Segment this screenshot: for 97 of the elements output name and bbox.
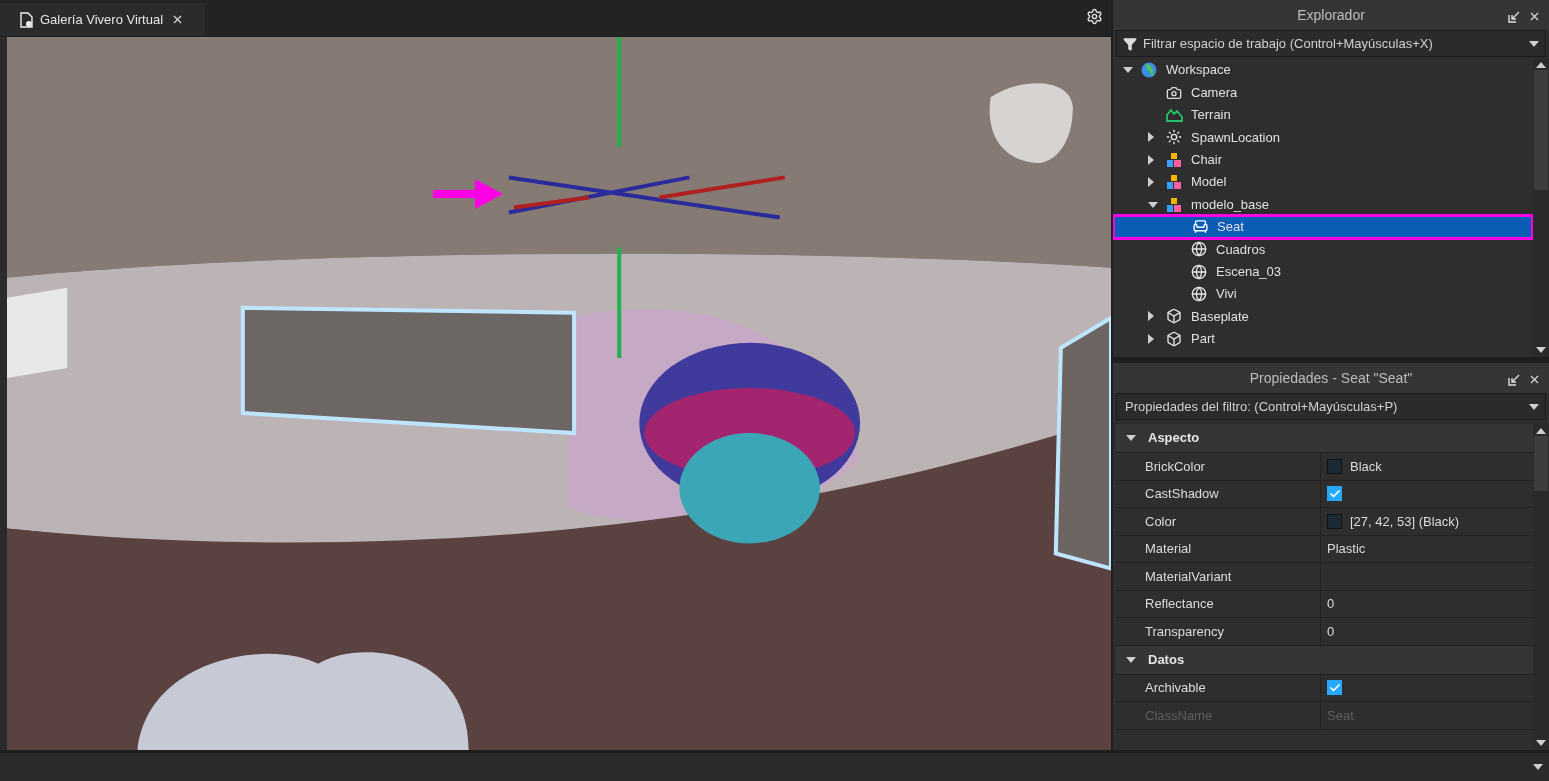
item-label: Vivi bbox=[1216, 285, 1237, 304]
tree-item[interactable]: Baseplate bbox=[1113, 305, 1533, 328]
property-name: Archivable bbox=[1145, 679, 1206, 697]
tree-item[interactable]: modelo_base bbox=[1113, 193, 1533, 216]
property-name: Reflectance bbox=[1145, 595, 1214, 613]
expand-arrow-icon[interactable] bbox=[1148, 132, 1154, 143]
expand-arrow-icon[interactable] bbox=[1148, 177, 1154, 188]
globe-icon bbox=[1191, 241, 1207, 258]
item-label: Terrain bbox=[1191, 106, 1231, 125]
close-icon[interactable] bbox=[1528, 373, 1541, 386]
filter-icon bbox=[1123, 36, 1137, 51]
collapse-arrow-icon[interactable] bbox=[1148, 201, 1158, 208]
blocks-icon bbox=[1166, 151, 1182, 168]
property-name: Color bbox=[1145, 512, 1177, 531]
expand-arrow-icon[interactable] bbox=[1148, 333, 1154, 344]
tree-item[interactable]: Terrain bbox=[1113, 103, 1533, 127]
property-value: 0 bbox=[1327, 595, 1335, 613]
scrollbar[interactable] bbox=[1533, 58, 1549, 357]
filter-field[interactable]: Filtrar espacio de trabajo (Control+Mayúsculas+X) bbox=[1116, 30, 1546, 57]
item-label: Camera bbox=[1191, 83, 1238, 102]
filter-placeholder: Propiedades del filtro: (Control+Mayúsculas+P) bbox=[1125, 397, 1399, 416]
tree-item[interactable]: Escena_03 bbox=[1113, 260, 1533, 283]
property-value: Plastic bbox=[1327, 540, 1366, 558]
item-label: Part bbox=[1191, 330, 1215, 349]
tree-item[interactable]: Workspace bbox=[1113, 59, 1533, 82]
filter-placeholder: Filtrar espacio de trabajo (Control+Mayúsculas+X) bbox=[1143, 34, 1434, 53]
property-name: MaterialVariant bbox=[1145, 567, 1232, 586]
color-swatch[interactable] bbox=[1327, 513, 1342, 529]
item-label: Model bbox=[1191, 173, 1227, 192]
undock-icon[interactable] bbox=[1508, 10, 1520, 23]
tree-item[interactable]: Part bbox=[1113, 327, 1533, 351]
property-value: 0 bbox=[1327, 622, 1335, 641]
item-label: Chair bbox=[1191, 151, 1223, 169]
dropdown-icon[interactable] bbox=[1529, 403, 1539, 410]
item-label: modelo_base bbox=[1191, 195, 1270, 214]
section-header[interactable]: Aspecto bbox=[1116, 424, 1533, 453]
globe-icon bbox=[1191, 286, 1207, 303]
terrain-icon bbox=[1166, 107, 1183, 122]
tree-item[interactable]: Seat bbox=[1114, 215, 1532, 239]
property-name: Transparency bbox=[1145, 622, 1224, 641]
section-title: Aspecto bbox=[1148, 429, 1200, 448]
expand-arrow-icon[interactable] bbox=[1148, 154, 1154, 165]
gear-icon bbox=[1166, 129, 1182, 146]
cube-icon bbox=[1166, 308, 1182, 325]
property-value: [27, 42, 53] (Black) bbox=[1350, 512, 1460, 531]
scroll-up-icon[interactable] bbox=[1536, 428, 1546, 434]
tree-item[interactable]: Camera bbox=[1113, 81, 1533, 104]
scrollbar-thumb[interactable] bbox=[1534, 436, 1548, 491]
scroll-up-icon[interactable] bbox=[1536, 62, 1546, 68]
tree-item[interactable]: Chair bbox=[1113, 148, 1533, 171]
item-label: Seat bbox=[1217, 218, 1244, 237]
globe-icon bbox=[1191, 263, 1207, 280]
property-name: BrickColor bbox=[1145, 457, 1205, 476]
camera-icon bbox=[1166, 84, 1182, 101]
blocks-icon bbox=[1166, 196, 1182, 213]
scroll-down-icon[interactable] bbox=[1536, 347, 1546, 353]
document-icon bbox=[20, 11, 34, 28]
pointer-arrow bbox=[433, 177, 503, 211]
expand-arrow-icon[interactable] bbox=[1148, 311, 1154, 322]
settings-icon[interactable] bbox=[1086, 8, 1103, 25]
item-label: SpawnLocation bbox=[1191, 128, 1280, 147]
section-header[interactable]: Datos bbox=[1116, 645, 1533, 675]
filter-field[interactable]: Propiedades del filtro: (Control+Mayúsculas+P) bbox=[1116, 393, 1546, 420]
section-title: Datos bbox=[1148, 650, 1185, 669]
close-icon[interactable] bbox=[1528, 10, 1541, 23]
scrollbar[interactable] bbox=[1533, 424, 1549, 750]
scroll-down-icon[interactable] bbox=[1536, 740, 1546, 746]
collapse-arrow-icon[interactable] bbox=[1123, 67, 1133, 74]
property-value: Black bbox=[1350, 457, 1382, 476]
globe-icon bbox=[1141, 62, 1157, 79]
seat-icon bbox=[1192, 218, 1209, 236]
color-swatch[interactable] bbox=[1327, 458, 1342, 474]
property-name: CastShadow bbox=[1145, 485, 1219, 503]
document-tab[interactable]: Galería Vivero Virtual bbox=[0, 3, 205, 36]
tree-item[interactable]: Model bbox=[1113, 170, 1533, 194]
dropdown-icon[interactable] bbox=[1529, 40, 1539, 47]
dropdown-icon[interactable] bbox=[1533, 764, 1543, 770]
panel-title: Propiedades - Seat "Seat" bbox=[1249, 368, 1413, 388]
tree-item[interactable]: SpawnLocation bbox=[1113, 126, 1533, 149]
check-icon bbox=[1328, 681, 1341, 694]
panel-title: Explorador bbox=[1297, 5, 1365, 25]
item-label: Workspace bbox=[1166, 61, 1231, 80]
tree-item[interactable]: Cuadros bbox=[1113, 238, 1533, 261]
check-icon bbox=[1328, 487, 1341, 500]
tab-title: Galería Vivero Virtual bbox=[40, 10, 164, 29]
checkbox[interactable] bbox=[1327, 486, 1342, 502]
cube-icon bbox=[1166, 330, 1182, 347]
checkbox[interactable] bbox=[1327, 680, 1342, 696]
item-label: Baseplate bbox=[1191, 307, 1249, 326]
collapse-arrow-icon[interactable] bbox=[1126, 435, 1136, 441]
item-label: Cuadros bbox=[1216, 240, 1266, 259]
collapse-arrow-icon[interactable] bbox=[1126, 656, 1136, 663]
undock-icon[interactable] bbox=[1508, 373, 1520, 386]
property-name: Material bbox=[1145, 540, 1192, 558]
item-label: Escena_03 bbox=[1216, 262, 1282, 281]
blocks-icon bbox=[1166, 174, 1182, 191]
tree-item[interactable]: Vivi bbox=[1113, 282, 1533, 306]
